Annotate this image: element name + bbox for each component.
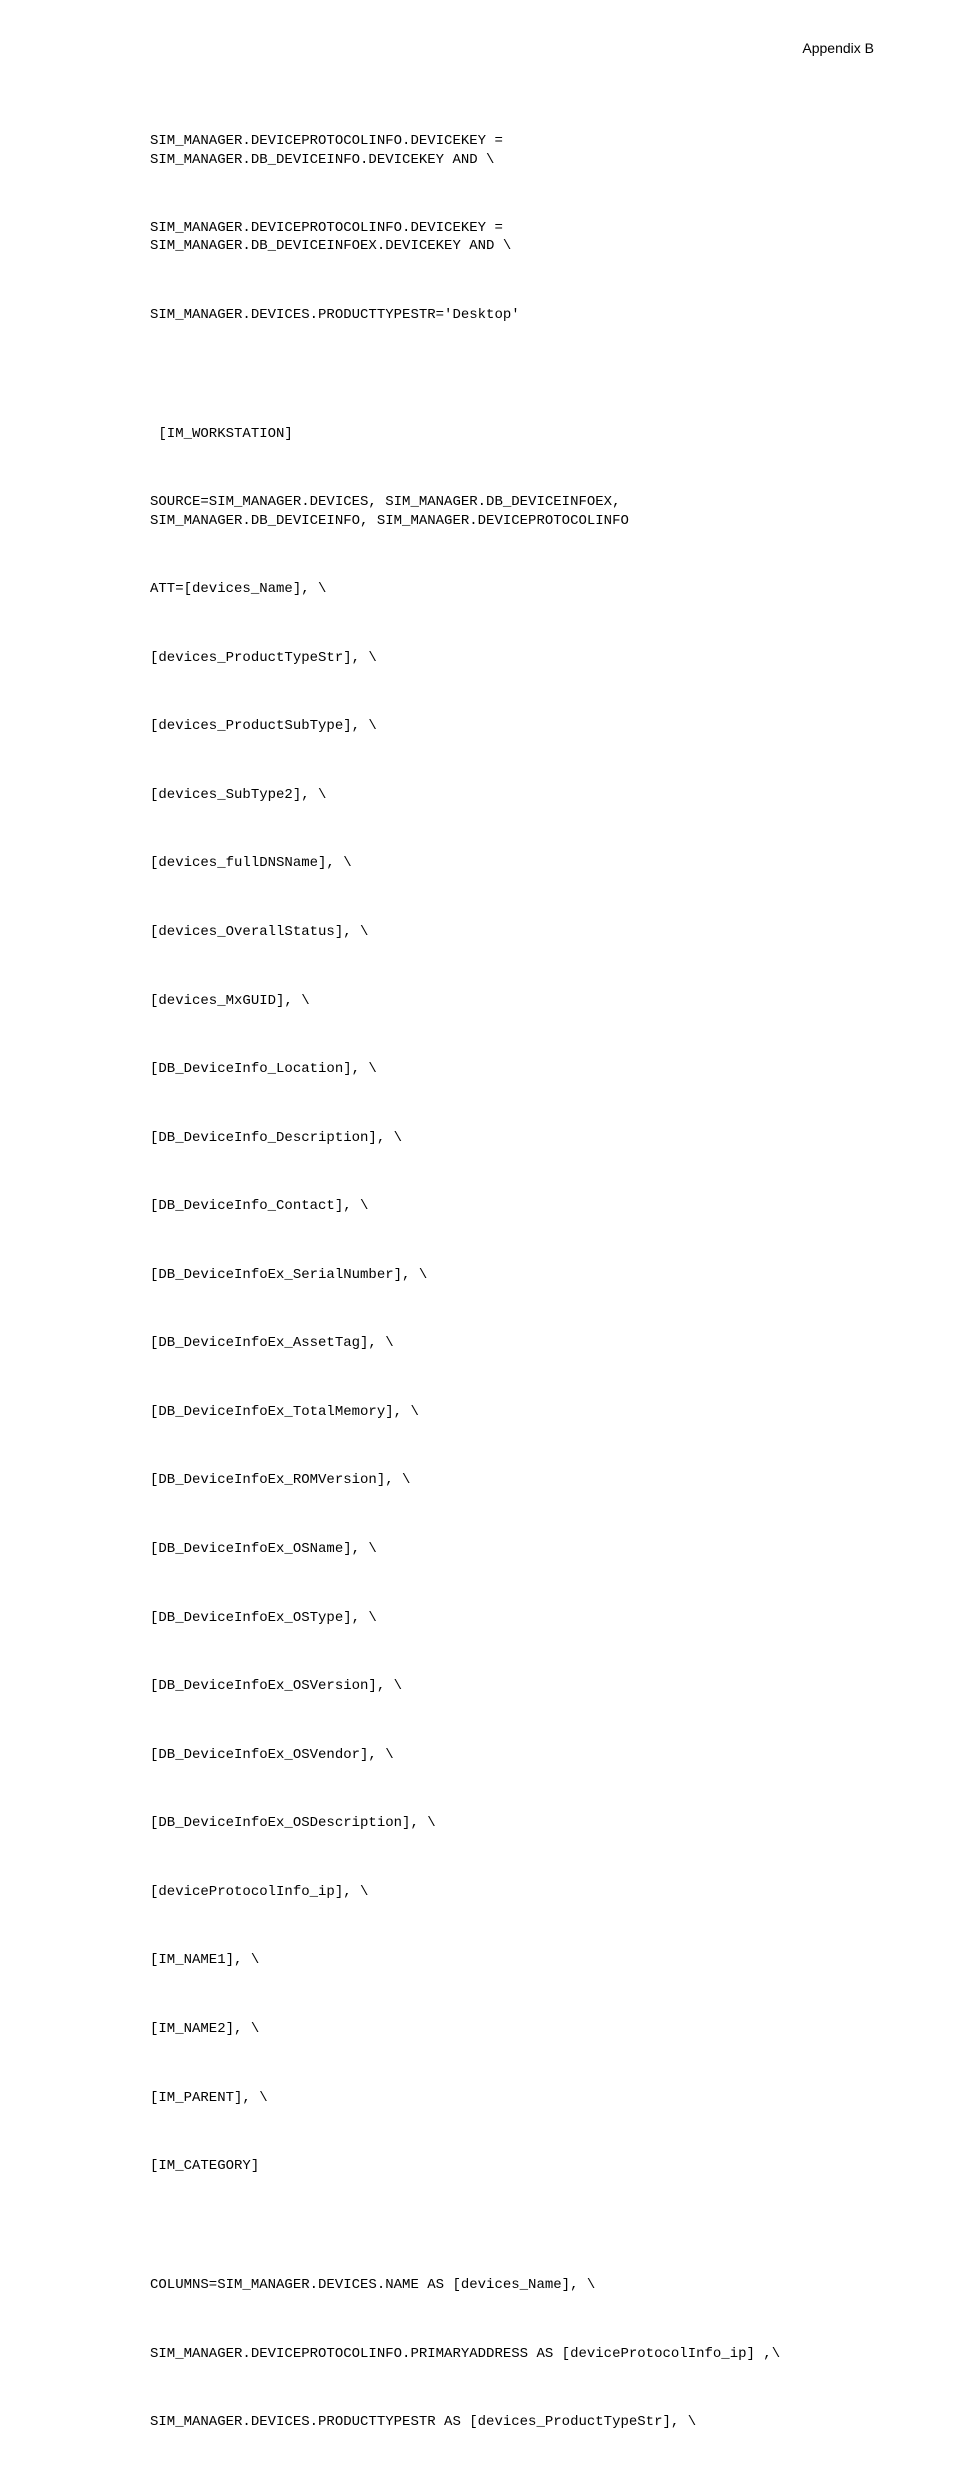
code-line: SIM_MANAGER.DEVICES.PRODUCTTYPESTR='Desk… [150,306,894,324]
document-page: Appendix B SIM_MANAGER.DEVICEPROTOCOLINF… [0,0,954,2470]
code-line: [IM_NAME1], \ [150,1951,894,1969]
code-line: [IM_WORKSTATION] [150,425,894,443]
code-line: [devices_SubType2], \ [150,786,894,804]
code-line: [IM_CATEGORY] [150,2157,894,2175]
code-line: [DB_DeviceInfoEx_OSVersion], \ [150,1677,894,1695]
code-line: [IM_NAME2], \ [150,2020,894,2038]
code-line: [DB_DeviceInfoEx_ROMVersion], \ [150,1471,894,1489]
code-line: [IM_PARENT], \ [150,2089,894,2107]
code-content: SIM_MANAGER.DEVICEPROTOCOLINFO.DEVICEKEY… [150,96,894,2470]
code-line: SIM_MANAGER.DEVICEPROTOCOLINFO.DEVICEKEY… [150,219,894,255]
code-line: ATT=[devices_Name], \ [150,580,894,598]
code-line: [DB_DeviceInfo_Description], \ [150,1129,894,1147]
code-line: [DB_DeviceInfo_Location], \ [150,1060,894,1078]
code-line: [DB_DeviceInfoEx_OSVendor], \ [150,1746,894,1764]
code-line: [DB_DeviceInfoEx_AssetTag], \ [150,1334,894,1352]
code-line: [devices_MxGUID], \ [150,992,894,1010]
code-line: SIM_MANAGER.DEVICEPROTOCOLINFO.DEVICEKEY… [150,132,894,168]
code-line: [devices_ProductTypeStr], \ [150,649,894,667]
code-line: [devices_ProductSubType], \ [150,717,894,735]
code-line: [DB_DeviceInfoEx_TotalMemory], \ [150,1403,894,1421]
appendix-header: Appendix B [150,40,894,56]
code-line: [DB_DeviceInfoEx_OSType], \ [150,1609,894,1627]
code-line: SIM_MANAGER.DEVICES.PRODUCTTYPESTR AS [d… [150,2413,894,2431]
code-line: SOURCE=SIM_MANAGER.DEVICES, SIM_MANAGER.… [150,493,894,529]
code-line: [deviceProtocolInfo_ip], \ [150,1883,894,1901]
code-line: COLUMNS=SIM_MANAGER.DEVICES.NAME AS [dev… [150,2276,894,2294]
code-line: [DB_DeviceInfoEx_OSDescription], \ [150,1814,894,1832]
code-line: [devices_OverallStatus], \ [150,923,894,941]
code-line: [DB_DeviceInfoEx_OSName], \ [150,1540,894,1558]
code-line: [devices_fullDNSName], \ [150,854,894,872]
code-line: SIM_MANAGER.DEVICEPROTOCOLINFO.PRIMARYAD… [150,2345,894,2363]
code-line: [DB_DeviceInfo_Contact], \ [150,1197,894,1215]
code-line: [DB_DeviceInfoEx_SerialNumber], \ [150,1266,894,1284]
